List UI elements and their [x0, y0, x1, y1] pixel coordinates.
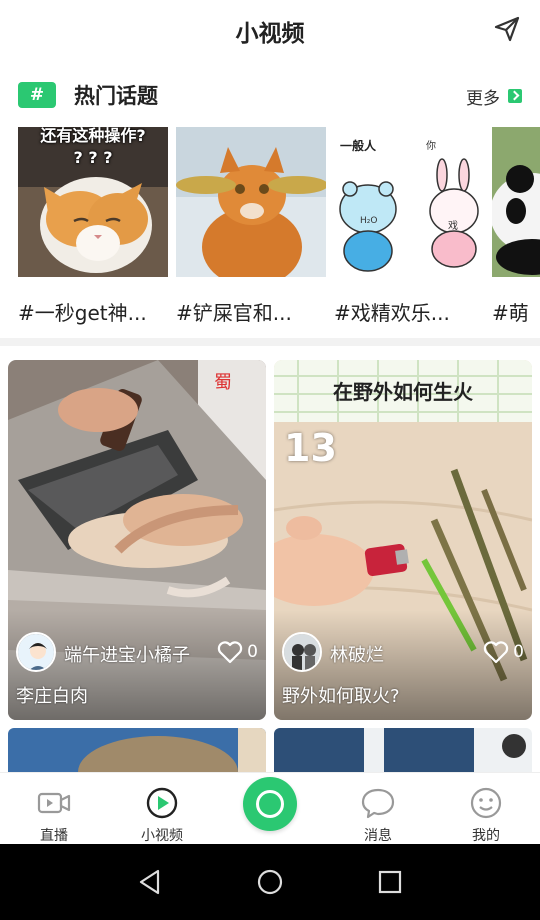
svg-text:H₂O: H₂O: [360, 216, 377, 226]
nav-label: 小视频: [141, 828, 183, 844]
topic-thumbnail-panda: [492, 127, 540, 277]
hot-topics-header: # 热门话题 更多: [0, 76, 540, 116]
topic-thumbnail-cat: 还有这种操作? ? ? ?: [18, 127, 168, 277]
heart-icon: [217, 641, 243, 664]
topic-label: #戏精欢乐...: [334, 301, 450, 325]
svg-text:戏: 戏: [448, 220, 458, 232]
hot-topics-title: 热门话题: [74, 84, 158, 108]
topic-thumbnail-cat-fish: [176, 127, 326, 277]
topic-caption: 还有这种操作? ? ? ?: [40, 127, 146, 167]
topic-label: #铲屎官和...: [176, 301, 292, 325]
heart-icon: [483, 641, 509, 664]
like-count: 0: [513, 642, 524, 662]
home-circle-icon[interactable]: [254, 866, 286, 898]
card-title: 李庄白肉: [16, 686, 88, 707]
card-title: 野外如何取火?: [282, 686, 400, 707]
share-paper-plane-icon[interactable]: [492, 14, 522, 44]
topic-item[interactable]: 还有这种操作? ? ? ? #一秒get神...: [18, 127, 168, 326]
svg-text:蜀: 蜀: [214, 372, 232, 393]
back-triangle-icon[interactable]: [134, 866, 166, 898]
author-name: 林破烂: [330, 645, 384, 666]
video-card-partial[interactable]: [274, 728, 532, 772]
app-root: 小视频 # 热门话题 更多 还有这种操作? ? ? ? #一秒get神... #…: [0, 0, 540, 920]
page-title: 小视频: [235, 21, 305, 47]
section-divider: [0, 338, 540, 346]
topic-label: #一秒get神...: [18, 301, 147, 325]
nav-item-me[interactable]: 我的: [446, 785, 526, 845]
video-card[interactable]: 在野外如何生火 13 林破烂 0 野外如何取火?: [274, 360, 532, 720]
more-label: 更多: [466, 88, 500, 109]
top-bar: 小视频: [0, 0, 540, 62]
play-circle-icon: [146, 787, 178, 819]
system-navigation-bar: [0, 844, 540, 920]
nav-item-short-video[interactable]: 小视频: [122, 785, 202, 845]
topic-caption: 一般人: [340, 139, 377, 153]
live-video-icon: [37, 792, 71, 814]
card-author[interactable]: 端午进宝小橘子 0: [16, 632, 258, 672]
video-card[interactable]: 蜀 端午进宝小橘子 0 李庄白肉: [8, 360, 266, 720]
chevron-right-icon: [508, 89, 522, 103]
topic-item[interactable]: H₂O 戏 你 一般人 #戏精欢乐...: [334, 127, 484, 326]
recents-square-icon[interactable]: [374, 866, 406, 898]
like-button[interactable]: 0: [483, 640, 524, 664]
card-author[interactable]: 林破烂 0: [282, 632, 524, 672]
topic-item[interactable]: #铲屎官和...: [176, 127, 326, 326]
topic-item[interactable]: #萌: [492, 127, 540, 326]
bottom-nav: 直播 小视频 消息 我的: [0, 772, 540, 844]
nav-label: 直播: [40, 828, 68, 844]
avatar[interactable]: [16, 632, 56, 672]
smiley-face-icon: [470, 787, 502, 819]
nav-item-messages[interactable]: 消息: [338, 785, 418, 845]
more-button[interactable]: 更多: [466, 82, 522, 110]
author-name: 端午进宝小橘子: [64, 645, 190, 666]
like-count: 0: [247, 642, 258, 662]
video-card-partial[interactable]: [8, 728, 266, 772]
camera-record-button[interactable]: [243, 777, 297, 831]
avatar[interactable]: [282, 632, 322, 672]
episode-badge: 13: [284, 426, 337, 470]
video-overlay-title: 在野外如何生火: [333, 380, 473, 404]
nav-label: 消息: [364, 828, 392, 844]
hashtag-icon: #: [18, 82, 56, 108]
topic-thumbnail-cartoon: H₂O 戏 你 一般人: [334, 127, 484, 277]
topic-label: #萌: [492, 301, 529, 325]
nav-label: 我的: [472, 828, 500, 844]
hot-topics-list: 还有这种操作? ? ? ? #一秒get神... #铲屎官和... H₂O 戏 …: [0, 127, 540, 327]
nav-item-live[interactable]: 直播: [14, 785, 94, 845]
chat-bubble-icon: [361, 788, 395, 819]
like-button[interactable]: 0: [217, 640, 258, 664]
